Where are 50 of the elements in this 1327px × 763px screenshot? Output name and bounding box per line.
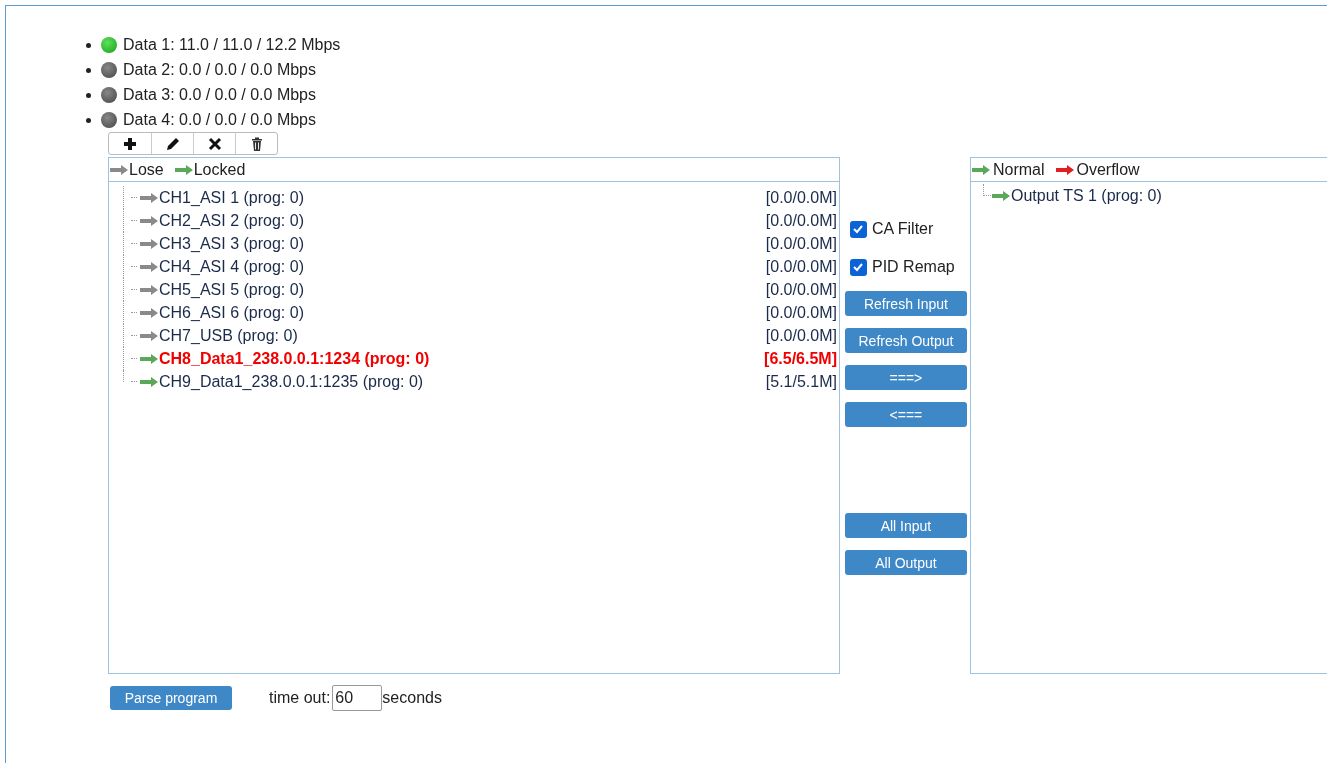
checkbox[interactable] [850, 258, 867, 276]
timeout-unit: seconds [382, 688, 442, 708]
action-button[interactable]: Refresh Input [844, 291, 967, 316]
action-button[interactable]: Refresh Output [844, 328, 967, 353]
channel-rate: [0.0/0.0M] [765, 187, 837, 208]
legend-label: Normal [992, 159, 1045, 180]
timeout-label: time out: [269, 688, 331, 708]
stream-rate: Data 4: 0.0 / 0.0 / 0.0 Mbps [123, 110, 316, 130]
action-button[interactable]: All Input [844, 513, 967, 538]
option-label: CA Filter [872, 219, 934, 239]
bullet-icon [86, 42, 91, 48]
channel-item[interactable]: CH9_Data1_238.0.0.1:1235 (prog: 0) [159, 369, 424, 394]
channel-rate: [0.0/0.0M] [765, 210, 837, 231]
action-button[interactable]: All Output [844, 550, 967, 575]
checkbox[interactable] [850, 220, 867, 238]
channel-item[interactable]: CH4_ASI 4 (prog: 0) [159, 254, 304, 279]
channel-item[interactable]: CH2_ASI 2 (prog: 0) [159, 208, 304, 233]
channel-item[interactable]: CH8_Data1_238.0.0.1:1234 (prog: 0) [159, 346, 430, 371]
channel-item[interactable]: CH6_ASI 6 (prog: 0) [159, 300, 304, 325]
legend-label: Overflow [1076, 159, 1140, 180]
legend-label: Lose [129, 159, 164, 180]
channel-rate: [0.0/0.0M] [765, 302, 837, 323]
channel-rate: [0.0/0.0M] [765, 325, 837, 346]
option-label: PID Remap [872, 257, 955, 277]
channel-item[interactable]: CH3_ASI 3 (prog: 0) [159, 231, 304, 256]
channel-rate: [6.5/6.5M] [764, 348, 837, 369]
legend-label: Locked [193, 159, 246, 180]
channel-rate: [0.0/0.0M] [765, 256, 837, 277]
bullet-icon [86, 92, 91, 98]
check-icon [852, 223, 865, 235]
check-icon [852, 261, 865, 273]
channel-item[interactable]: CH1_ASI 1 (prog: 0) [159, 185, 304, 210]
bullet-icon [86, 67, 91, 73]
stream-rate: Data 1: 11.0 / 11.0 / 12.2 Mbps [123, 35, 341, 55]
action-button[interactable]: ===> [844, 365, 967, 390]
parse-button[interactable]: Parse program [110, 686, 232, 710]
plus-icon [122, 135, 138, 152]
channel-rate: [0.0/0.0M] [765, 279, 837, 300]
stream-rate: Data 3: 0.0 / 0.0 / 0.0 Mbps [123, 85, 316, 105]
pencil-icon [164, 135, 181, 152]
action-button[interactable]: <=== [844, 402, 967, 427]
channel-item[interactable]: CH7_USB (prog: 0) [159, 323, 298, 348]
bullet-icon [86, 117, 91, 123]
channel-rate: [5.1/5.1M] [765, 371, 837, 392]
timeout-field[interactable]: 60 [332, 685, 383, 711]
output-item[interactable]: Output TS 1 (prog: 0) [1010, 183, 1162, 208]
close-icon [206, 135, 223, 152]
channel-rate: [0.0/0.0M] [765, 233, 837, 254]
channel-item[interactable]: CH5_ASI 5 (prog: 0) [159, 277, 304, 302]
stream-rate: Data 2: 0.0 / 0.0 / 0.0 Mbps [123, 60, 316, 80]
